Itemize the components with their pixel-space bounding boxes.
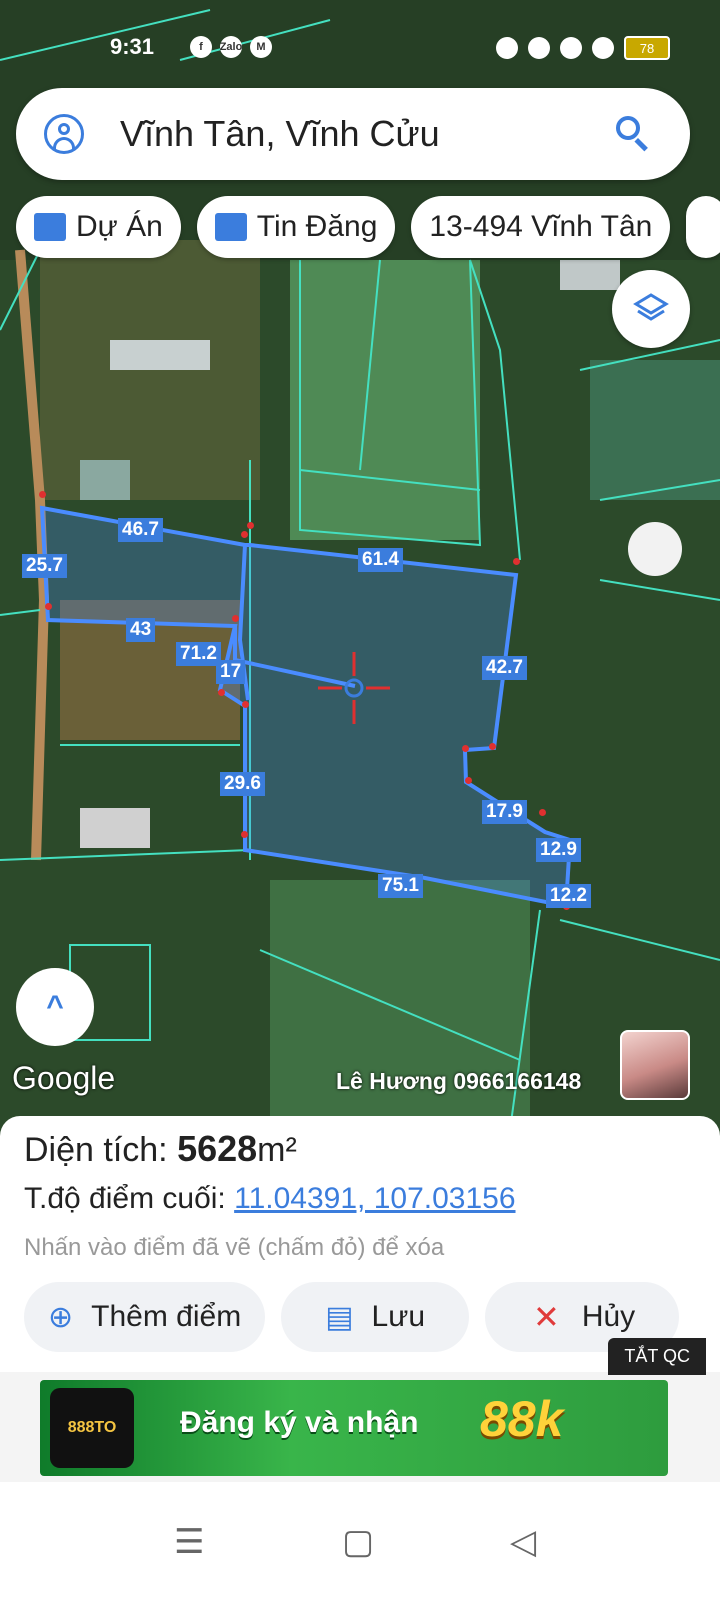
area-value: 5628 xyxy=(177,1128,258,1169)
vertex-point[interactable] xyxy=(232,615,239,622)
chip-label: Dự Án xyxy=(76,210,163,243)
battery-indicator: 78 xyxy=(624,36,670,60)
edge-length-label: 25.7 xyxy=(22,554,67,578)
chip-tin-dang[interactable]: Tin Đăng xyxy=(196,196,396,258)
layers-button[interactable] xyxy=(612,270,690,348)
wifi-icon xyxy=(560,37,582,59)
save-button[interactable]: ▤ Lưu xyxy=(281,1282,469,1352)
close-ad-button[interactable]: TẮT QC xyxy=(608,1338,706,1375)
search-icon[interactable] xyxy=(614,114,654,154)
vertex-point[interactable] xyxy=(539,809,546,816)
clock: 9:31 xyxy=(110,34,155,59)
vertex-point[interactable] xyxy=(45,603,52,610)
button-label: Thêm điểm xyxy=(91,1300,242,1333)
vertex-point[interactable] xyxy=(489,743,496,750)
edge-length-label: 71.2 xyxy=(176,642,221,666)
gmail-icon: M xyxy=(250,36,272,58)
signal-icon xyxy=(592,37,614,59)
button-label: Hủy xyxy=(581,1300,636,1333)
vertex-point[interactable] xyxy=(241,831,248,838)
system-nav-bar: ☰ ▢ ◁ xyxy=(0,1482,720,1600)
area-label: Diện tích: xyxy=(24,1131,168,1169)
add-location-icon: ⊕ xyxy=(48,1300,74,1334)
button-label: Lưu xyxy=(371,1300,425,1333)
home-icon[interactable]: ▢ xyxy=(342,1522,374,1562)
chevron-up-icon: ^ xyxy=(46,990,64,1023)
area-text: Diện tích: 5628m² xyxy=(24,1128,297,1170)
edge-length-label: 43 xyxy=(126,618,156,642)
area-unit: m² xyxy=(257,1131,297,1169)
vertex-point[interactable] xyxy=(462,745,469,752)
floating-handle[interactable] xyxy=(628,522,682,576)
vertex-point[interactable] xyxy=(242,701,249,708)
ad-text: Đăng ký và nhận xyxy=(180,1406,419,1439)
edge-length-label: 17.9 xyxy=(482,800,527,824)
chip-more[interactable] xyxy=(686,196,720,258)
edge-length-label: 12.2 xyxy=(546,884,591,908)
vertex-point[interactable] xyxy=(247,522,254,529)
edge-length-label: 12.9 xyxy=(536,838,581,862)
layers-icon xyxy=(633,293,669,321)
ad-amount: 88k xyxy=(480,1391,564,1447)
coord-label: T.độ điểm cuối: xyxy=(24,1182,226,1215)
zalo-icon: Zalo xyxy=(220,36,242,58)
edge-length-label: 61.4 xyxy=(358,548,403,572)
vertex-point[interactable] xyxy=(513,558,520,565)
coord-link[interactable]: 11.04391, 107.03156 xyxy=(234,1182,515,1215)
vertex-point[interactable] xyxy=(39,491,46,498)
avatar[interactable] xyxy=(620,1030,690,1100)
facebook-icon: f xyxy=(190,36,212,58)
vertex-point[interactable] xyxy=(241,531,248,538)
edge-length-label: 42.7 xyxy=(482,656,527,680)
chip-label: 13-494 Vĩnh Tân xyxy=(429,210,653,243)
menu-icon[interactable]: ☰ xyxy=(174,1522,204,1562)
vertex-point[interactable] xyxy=(465,777,472,784)
building-icon xyxy=(34,213,66,241)
edge-length-label: 17 xyxy=(216,660,246,684)
hint-text: Nhấn vào điểm đã vẽ (chấm đỏ) để xóa xyxy=(24,1234,445,1261)
ad-banner[interactable]: 888TO Đăng ký và nhận 88k xyxy=(0,1372,720,1482)
account-icon[interactable] xyxy=(44,114,84,154)
vertex-point[interactable] xyxy=(218,689,225,696)
search-bar[interactable]: Vĩnh Tân, Vĩnh Cửu xyxy=(16,88,690,180)
edge-length-label: 75.1 xyxy=(378,874,423,898)
coord-text: T.độ điểm cuối: 11.04391, 107.03156 xyxy=(24,1182,516,1216)
crosshair-icon xyxy=(318,652,390,724)
back-icon[interactable]: ◁ xyxy=(510,1522,536,1562)
edge-length-label: 29.6 xyxy=(220,772,265,796)
search-query[interactable]: Vĩnh Tân, Vĩnh Cửu xyxy=(120,113,614,155)
chip-parcel[interactable]: 13-494 Vĩnh Tân xyxy=(411,196,671,258)
edge-length-label: 46.7 xyxy=(118,518,163,542)
filter-chips: Dự Án Tin Đăng 13-494 Vĩnh Tân xyxy=(16,196,720,258)
google-logo: Google xyxy=(12,1060,116,1096)
contact-overlay: Lê Hương 0966166148 xyxy=(336,1068,582,1094)
file-add-icon: ▤ xyxy=(325,1300,354,1334)
alarm-icon xyxy=(496,37,518,59)
close-icon: ✕ xyxy=(533,1299,560,1335)
calendar-icon xyxy=(214,213,247,241)
add-point-button[interactable]: ⊕ Thêm điểm xyxy=(24,1282,266,1352)
chip-du-an[interactable]: Dự Án xyxy=(16,196,181,258)
ad-logo: 888TO xyxy=(50,1388,134,1468)
measure-sheet: Diện tích: 5628m² T.độ điểm cuối: 11.043… xyxy=(0,1116,720,1372)
status-bar: 9:31 f Zalo M 78 xyxy=(0,0,720,80)
location-icon xyxy=(528,37,550,59)
expand-button[interactable]: ^ xyxy=(16,968,94,1046)
chip-label: Tin Đăng xyxy=(256,210,378,243)
